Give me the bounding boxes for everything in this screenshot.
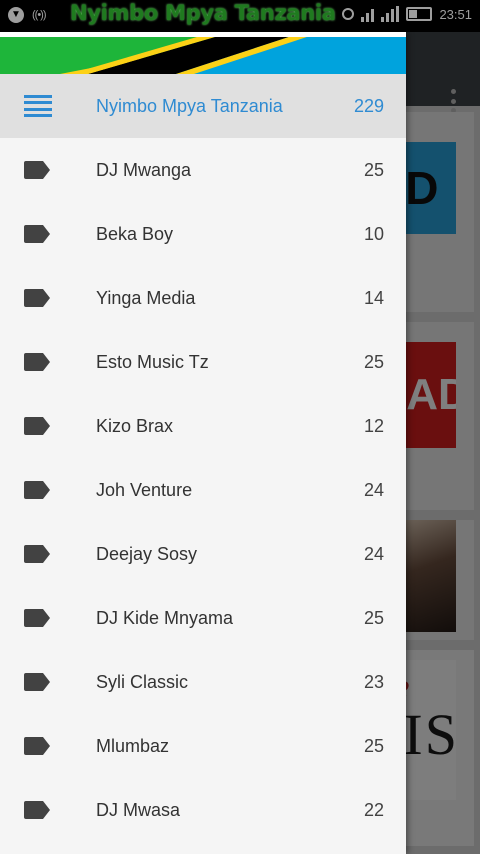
drawer-item-label[interactable]: Esto Music Tz 25 xyxy=(0,330,406,394)
drawer-item-label[interactable]: DJ Mwanga 25 xyxy=(0,138,406,202)
drawer-item-count: 23 xyxy=(363,672,384,692)
label-tag-icon xyxy=(24,609,50,627)
drawer-item-count: 14 xyxy=(363,288,384,308)
drawer-item-count: 229 xyxy=(353,96,384,116)
status-bar: ▼ ((•)) Nyimbo Mpya Tanzania 23:51 xyxy=(0,0,480,32)
alarm-icon xyxy=(342,8,355,20)
drawer-item-text: Kizo Brax xyxy=(96,416,174,436)
label-tag-icon xyxy=(24,737,50,755)
drawer-item-label[interactable]: Mlumbaz 25 xyxy=(0,714,406,778)
drawer-item-label[interactable]: Kizo Brax 12 xyxy=(0,394,406,458)
drawer-item-label[interactable]: Syli Classic 23 xyxy=(0,650,406,714)
drawer-item-count: 25 xyxy=(363,608,384,628)
drawer-item-label[interactable]: Deejay Sosy 24 xyxy=(0,522,406,586)
drawer-item-text: Mlumbaz xyxy=(96,736,170,756)
drawer-item-count: 25 xyxy=(363,160,384,180)
drawer-item-count: 22 xyxy=(363,800,384,820)
drawer-list: Nyimbo Mpya Tanzania 229 DJ Mwanga 25 Beka B… xyxy=(0,74,406,842)
label-tag-icon xyxy=(24,673,50,691)
drawer-item-text: Yinga Media xyxy=(96,288,196,308)
drawer-item-text: Syli Classic xyxy=(96,672,189,692)
drawer-item-count: 25 xyxy=(363,736,384,756)
drawer-item-text: Deejay Sosy xyxy=(96,544,198,564)
battery-icon xyxy=(406,7,433,21)
drawer-item-count: 24 xyxy=(363,544,384,564)
drawer-item-text: Joh Venture xyxy=(96,480,193,500)
label-tag-icon xyxy=(24,225,50,243)
drawer-item-text: DJ Mwasa xyxy=(96,800,181,820)
drawer-item-label[interactable]: Yinga Media 14 xyxy=(0,266,406,330)
tanzania-flag-icon xyxy=(0,32,406,74)
vpn-icon: ▼ xyxy=(8,7,24,23)
drawer-item-count: 24 xyxy=(363,480,384,500)
label-tag-icon xyxy=(24,801,50,819)
drawer-item-label[interactable]: DJ Mwasa 22 xyxy=(0,778,406,842)
drawer-header-flag xyxy=(0,32,406,74)
drawer-item-home[interactable]: Nyimbo Mpya Tanzania 229 xyxy=(0,74,406,138)
drawer-item-text: DJ Mwanga xyxy=(96,160,192,180)
drawer-item-text: DJ Kide Mnyama xyxy=(96,608,234,628)
label-tag-icon xyxy=(24,289,50,307)
signal-icon xyxy=(361,6,375,22)
drawer-item-label[interactable]: DJ Kide Mnyama 25 xyxy=(0,586,406,650)
label-tag-icon xyxy=(24,417,50,435)
label-tag-icon xyxy=(24,545,50,563)
drawer-item-count: 10 xyxy=(363,224,384,244)
status-time: 23:51 xyxy=(439,6,472,22)
signal-4g-icon xyxy=(381,6,400,22)
menu-list-icon xyxy=(24,95,52,117)
drawer-item-text: Esto Music Tz xyxy=(96,352,209,372)
drawer-item-text: Beka Boy xyxy=(96,224,174,244)
notification-title: Nyimbo Mpya Tanzania xyxy=(70,1,336,25)
drawer-item-text: Nyimbo Mpya Tanzania xyxy=(96,96,283,116)
drawer-item-count: 12 xyxy=(363,416,384,436)
label-tag-icon xyxy=(24,161,50,179)
label-tag-icon xyxy=(24,353,50,371)
navigation-drawer: Nyimbo Mpya Tanzania 229 DJ Mwanga 25 Beka B… xyxy=(0,32,406,854)
label-tag-icon xyxy=(24,481,50,499)
drawer-item-label[interactable]: Beka Boy 10 xyxy=(0,202,406,266)
drawer-item-label[interactable]: Joh Venture 24 xyxy=(0,458,406,522)
drawer-item-count: 25 xyxy=(363,352,384,372)
hotspot-icon: ((•)) xyxy=(32,9,46,21)
